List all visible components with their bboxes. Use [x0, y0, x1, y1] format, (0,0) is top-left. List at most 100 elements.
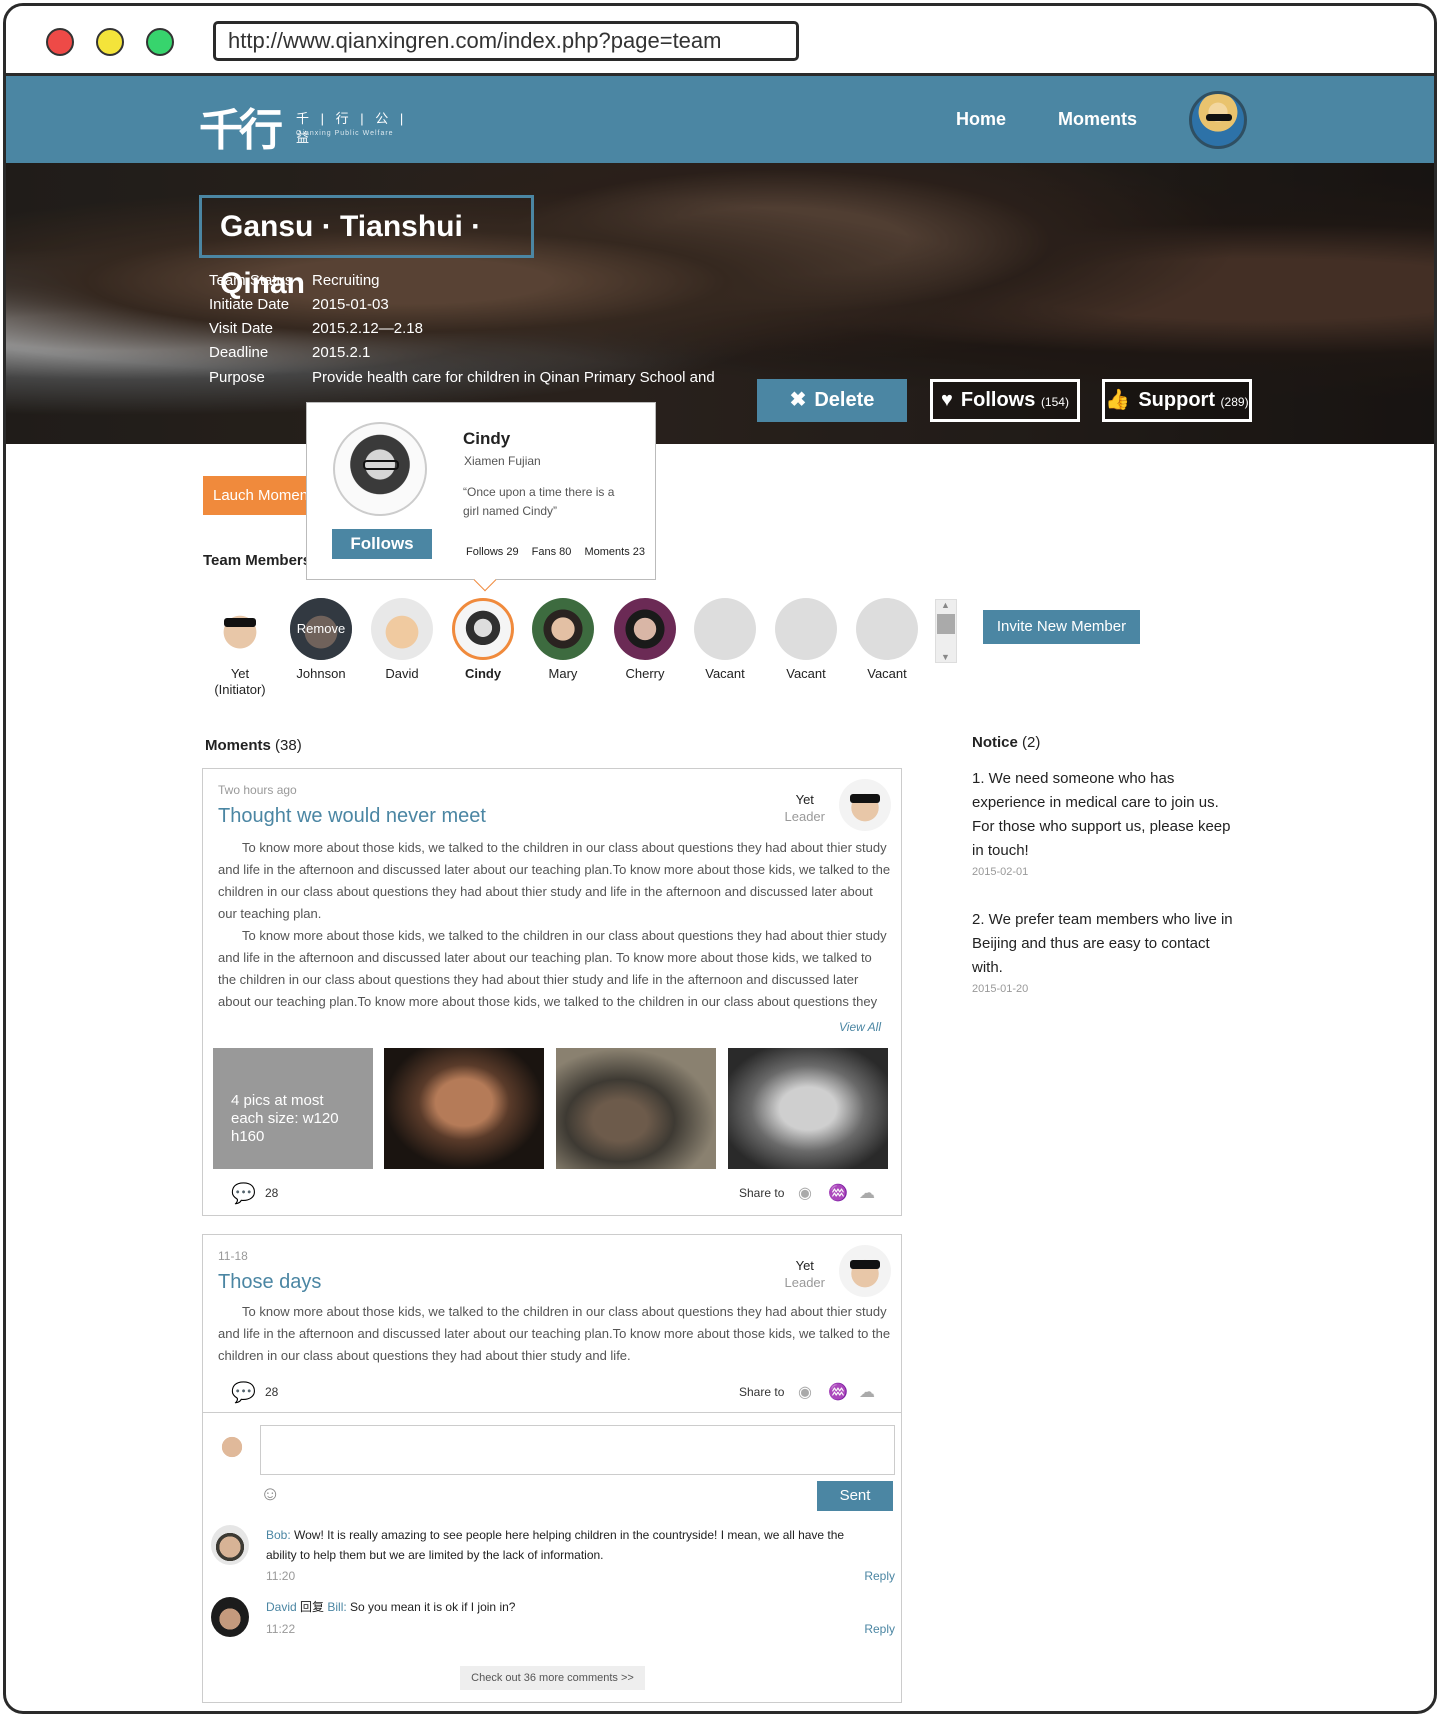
author-name: Yet: [795, 792, 814, 807]
support-count: (289): [1220, 395, 1249, 409]
smiley-icon[interactable]: ☺: [260, 1483, 280, 1506]
commenter-name[interactable]: Bob:: [266, 1528, 291, 1542]
moment-paragraph: To know more about those kids, we talked…: [218, 1304, 891, 1363]
vacant-avatar: [694, 598, 756, 660]
avatar-sunglasses: [850, 794, 880, 803]
reply-link[interactable]: Reply: [864, 1622, 895, 1636]
delete-label: Delete: [814, 389, 875, 411]
wechat-icon[interactable]: ☁: [859, 1183, 875, 1203]
launch-moment-button[interactable]: Lauch Moment: [203, 476, 313, 515]
member-avatar: [614, 598, 676, 660]
scrollbar-thumb[interactable]: [937, 614, 955, 634]
info-label: Deadline: [209, 344, 269, 361]
follows-button[interactable]: ♥ Follows (154): [930, 379, 1080, 422]
notice-text: 2. We prefer team members who live in Be…: [972, 911, 1233, 976]
author-role: Leader: [784, 1275, 825, 1290]
author-avatar[interactable]: [839, 779, 891, 831]
minimize-window-dot[interactable]: [96, 28, 124, 56]
comment-icon[interactable]: 💬: [231, 1181, 256, 1206]
maximize-window-dot[interactable]: [146, 28, 174, 56]
member-profile-popup: Cindy Xiamen Fujian “Once upon a time th…: [306, 402, 656, 592]
info-value: 2015.2.12—2.18: [312, 320, 423, 337]
vacant-slot[interactable]: Vacant: [688, 598, 762, 682]
view-all-link[interactable]: View All: [839, 1020, 881, 1034]
info-label: Visit Date: [209, 320, 273, 337]
info-label: Initiate Date: [209, 296, 290, 313]
comment-item: Bob: Wow! It is really amazing to see pe…: [211, 1525, 895, 1591]
member-item[interactable]: Remove Johnson: [284, 598, 358, 682]
moments-heading: Moments (38): [205, 737, 302, 754]
send-comment-button[interactable]: Sent: [817, 1481, 893, 1511]
author-avatar[interactable]: [839, 1245, 891, 1297]
invite-member-button[interactable]: Invite New Member: [983, 610, 1140, 644]
commenter-avatar[interactable]: [211, 1597, 249, 1637]
notice-item: 1. We need someone who has experience in…: [972, 767, 1242, 878]
commenter-name[interactable]: David: [266, 1600, 297, 1614]
moment-photo[interactable]: [728, 1048, 888, 1169]
comment-icon[interactable]: 💬: [231, 1380, 256, 1405]
more-comments-button[interactable]: Check out 36 more comments >>: [460, 1666, 645, 1690]
moment-photo[interactable]: [384, 1048, 544, 1169]
popup-avatar[interactable]: [333, 422, 427, 516]
popup-member-location: Xiamen Fujian: [464, 454, 541, 468]
notice-date: 2015-01-20: [972, 983, 1029, 995]
avatar-glasses: [363, 460, 399, 470]
moment-photo[interactable]: [556, 1048, 716, 1169]
scroll-up-arrow-icon[interactable]: ▲: [941, 600, 950, 610]
moment-title[interactable]: Thought we would never meet: [218, 805, 486, 828]
notice-count: (2): [1022, 734, 1041, 751]
scroll-down-arrow-icon[interactable]: ▼: [941, 652, 950, 662]
vacant-slot[interactable]: Vacant: [769, 598, 843, 682]
avatar-sunglasses: [1206, 114, 1232, 121]
team-title: Gansu · Tianshui · Qinan: [199, 195, 534, 300]
member-item[interactable]: Yet (Initiator): [203, 598, 277, 698]
wechat-icon[interactable]: ☁: [859, 1382, 875, 1402]
member-name: Vacant: [786, 666, 826, 681]
member-name: David: [385, 666, 419, 681]
thumbs-up-icon: 👍: [1105, 389, 1131, 411]
address-bar[interactable]: http://www.qianxingren.com/index.php?pag…: [213, 21, 799, 61]
notice-heading: Notice (2): [972, 734, 1242, 751]
site-logo[interactable]: 千行 千 | 行 | 公 | 益 Qianxing Public Welfare: [199, 94, 419, 156]
nav-moments-link[interactable]: Moments: [1058, 109, 1137, 130]
current-user-avatar: [215, 1425, 249, 1465]
reply-target-name[interactable]: Bill:: [327, 1600, 346, 1614]
info-initiate-date: Initiate Date 2015-01-03: [209, 294, 389, 316]
delete-button[interactable]: ✖ Delete: [757, 379, 907, 422]
members-scrollbar[interactable]: ▲ ▼: [935, 599, 957, 663]
member-name: Cherry: [625, 666, 665, 681]
moment-paragraph: To know more about those kids, we talked…: [218, 928, 887, 1009]
popup-pointer: [473, 568, 497, 592]
comment-text: Bob: Wow! It is really amazing to see pe…: [266, 1525, 846, 1565]
renren-icon[interactable]: ♒: [828, 1183, 848, 1203]
member-item-selected[interactable]: Cindy: [446, 598, 520, 682]
member-item[interactable]: Mary: [526, 598, 600, 682]
comment-input[interactable]: [260, 1425, 895, 1475]
info-value: 2015.2.1: [312, 344, 371, 361]
photo-placeholder: 4 pics at most each size: w120 h160: [213, 1048, 373, 1169]
moment-title[interactable]: Those days: [218, 1271, 321, 1294]
member-name: Yet (Initiator): [214, 666, 266, 697]
support-button[interactable]: 👍 Support (289): [1102, 379, 1252, 422]
follows-count: (154): [1040, 395, 1069, 409]
member-avatar: [209, 598, 271, 660]
user-avatar[interactable]: [1189, 91, 1247, 149]
reply-link[interactable]: Reply: [864, 1569, 895, 1583]
info-value: Recruiting: [312, 272, 380, 289]
popup-follows-count: Follows 29: [466, 546, 519, 558]
info-team-status: Team Status Recruiting: [209, 270, 380, 292]
renren-icon[interactable]: ♒: [828, 1382, 848, 1402]
member-item[interactable]: David: [365, 598, 439, 682]
nav-home-link[interactable]: Home: [956, 109, 1006, 130]
popup-follow-button[interactable]: Follows: [332, 529, 432, 559]
info-visit-date: Visit Date 2015.2.12—2.18: [209, 318, 423, 340]
popup-moments-count: Moments 23: [584, 546, 645, 558]
vacant-slot[interactable]: Vacant: [850, 598, 924, 682]
member-item[interactable]: Cherry: [608, 598, 682, 682]
weibo-icon[interactable]: ◉: [798, 1183, 812, 1203]
close-window-dot[interactable]: [46, 28, 74, 56]
weibo-icon[interactable]: ◉: [798, 1382, 812, 1402]
remove-member-overlay[interactable]: Remove: [290, 598, 352, 660]
author-name: Yet: [795, 1258, 814, 1273]
commenter-avatar[interactable]: [211, 1525, 249, 1565]
